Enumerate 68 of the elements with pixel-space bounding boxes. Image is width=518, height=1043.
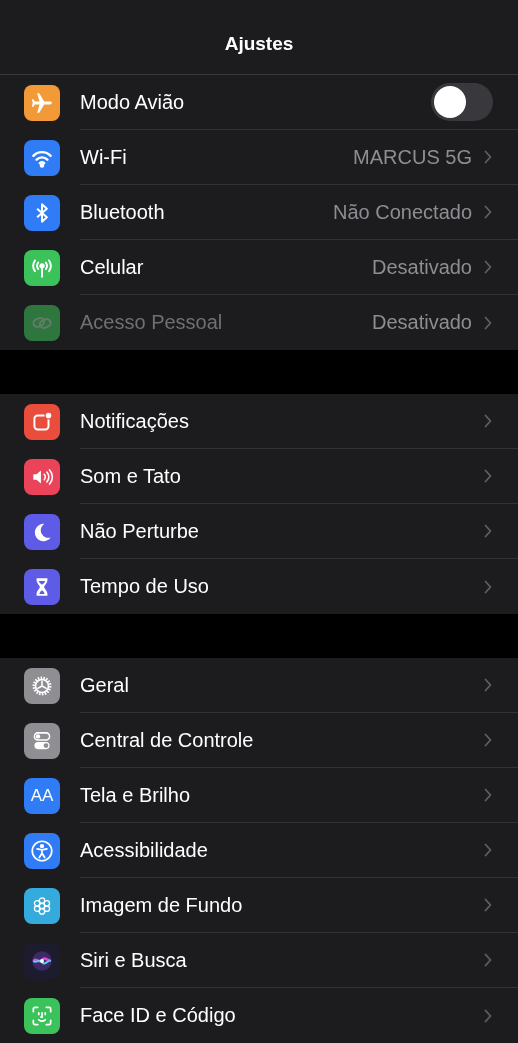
chevron-icon xyxy=(484,524,492,538)
settings-row[interactable]: AA Tela e Brilho xyxy=(0,768,518,823)
settings-row[interactable]: Face ID e Código xyxy=(0,988,518,1043)
airplane-icon xyxy=(24,84,60,121)
chevron-icon xyxy=(484,788,492,802)
settings-row[interactable]: Bluetooth Não Conectado xyxy=(0,185,518,240)
row-label: Som e Tato xyxy=(80,464,182,488)
speaker-icon xyxy=(24,458,60,495)
flower-icon xyxy=(24,887,60,924)
chain-link-icon xyxy=(24,304,60,341)
antenna-icon xyxy=(24,249,60,286)
row-label: Siri e Busca xyxy=(80,948,188,972)
chevron-icon xyxy=(484,579,492,594)
row-label: Wi-Fi xyxy=(80,145,128,169)
page-title: Ajustes xyxy=(224,33,294,55)
settings-row[interactable]: Central de Controle xyxy=(0,713,518,768)
row-value: Desativado xyxy=(371,311,472,334)
settings-row[interactable]: Wi-Fi MARCUS 5G xyxy=(0,130,518,185)
text-size-icon: AA xyxy=(24,777,60,814)
row-value: MARCUS 5G xyxy=(353,145,472,169)
settings-row[interactable]: Acessibilidade xyxy=(0,823,518,878)
chevron-icon xyxy=(484,469,492,483)
toggle-switch[interactable] xyxy=(431,83,493,121)
row-label: Geral xyxy=(80,673,130,697)
row-label: Não Perturbe xyxy=(80,519,200,543)
accessibility-icon xyxy=(24,832,60,869)
gear-icon xyxy=(24,667,60,704)
settings-row[interactable]: Siri e Busca xyxy=(0,933,518,988)
row-label: Bluetooth xyxy=(80,200,166,224)
chevron-icon xyxy=(484,1008,492,1023)
face-scan-icon xyxy=(24,997,60,1034)
orb-icon xyxy=(24,942,60,979)
row-label: Face ID e Código xyxy=(80,1004,237,1027)
row-label: Acesso Pessoal xyxy=(80,311,224,334)
settings-row[interactable]: Som e Tato xyxy=(0,449,518,504)
chevron-icon xyxy=(484,260,492,274)
settings-row[interactable]: Celular Desativado xyxy=(0,240,518,295)
chevron-icon xyxy=(484,898,492,912)
row-value: Não Conectado xyxy=(333,200,472,224)
notifications-icon xyxy=(24,403,60,440)
wifi-icon xyxy=(24,139,60,176)
settings-row[interactable]: Notificações xyxy=(0,394,518,449)
chevron-icon xyxy=(484,678,492,692)
chevron-icon xyxy=(484,315,492,330)
chevron-icon xyxy=(484,953,492,967)
chevron-icon xyxy=(484,414,492,428)
row-label: Celular xyxy=(80,255,145,279)
settings-row[interactable]: Imagem de Fundo xyxy=(0,878,518,933)
row-label: Modo Avião xyxy=(80,90,186,114)
row-label: Notificações xyxy=(80,409,190,433)
row-label: Imagem de Fundo xyxy=(80,893,244,917)
row-label: Tela e Brilho xyxy=(80,783,192,807)
switches-icon xyxy=(24,722,60,759)
row-label: Acessibilidade xyxy=(80,838,209,862)
row-value: Desativado xyxy=(371,255,472,279)
chevron-icon xyxy=(484,843,492,857)
settings-row[interactable]: Modo Avião xyxy=(0,75,518,130)
moon-icon xyxy=(24,513,60,550)
chevron-icon xyxy=(484,733,492,747)
settings-row[interactable]: Geral xyxy=(0,658,518,713)
hourglass-icon xyxy=(24,568,60,605)
chevron-icon xyxy=(484,205,492,219)
row-label: Tempo de Uso xyxy=(80,575,210,598)
settings-row[interactable]: Tempo de Uso xyxy=(0,559,518,614)
bluetooth-icon xyxy=(24,194,60,231)
settings-row[interactable]: Não Perturbe xyxy=(0,504,518,559)
row-label: Central de Controle xyxy=(80,728,255,752)
chevron-icon xyxy=(484,150,492,164)
